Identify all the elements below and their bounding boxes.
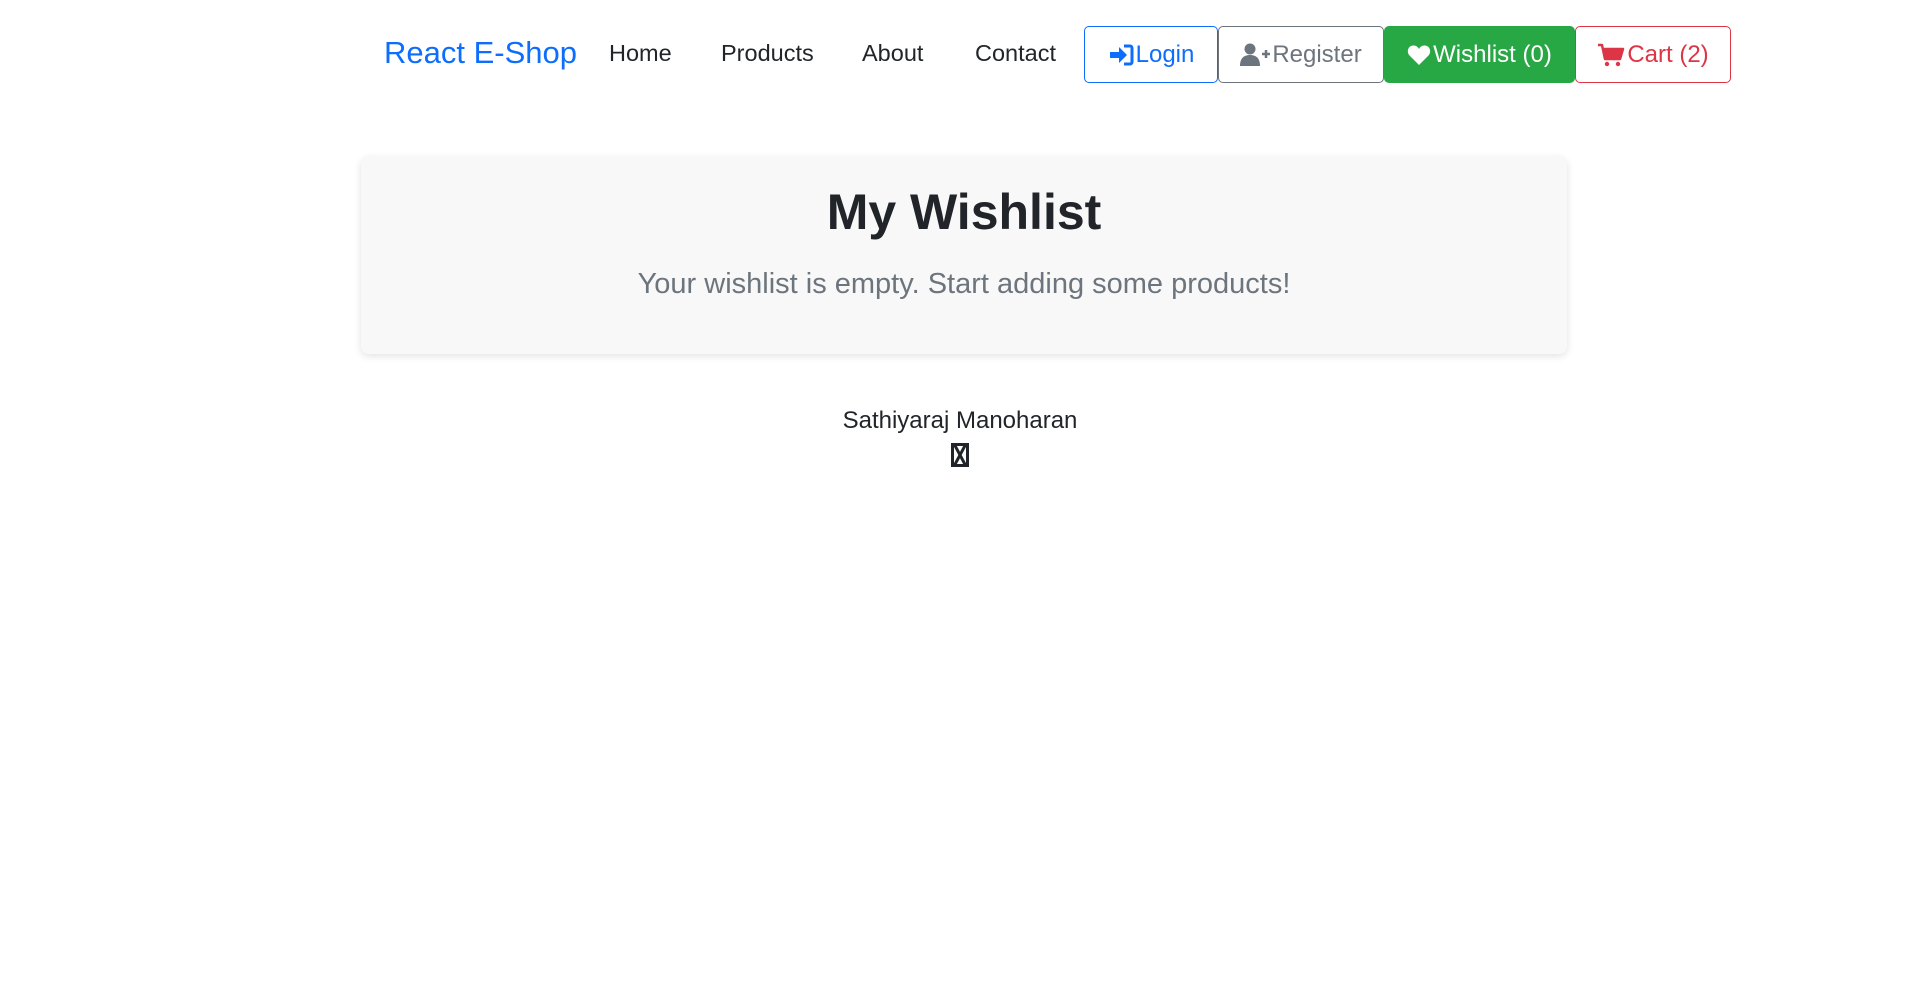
login-button[interactable]: Login (1084, 26, 1218, 83)
footer-author: Sathiyaraj Manoharan (842, 407, 1078, 434)
nav-about-link[interactable]: About (862, 40, 923, 67)
cart-icon (1597, 43, 1625, 67)
navbar: React E-Shop Home Products About Contact… (0, 0, 1920, 110)
nav-products-link[interactable]: Products (721, 40, 814, 67)
nav-home-link[interactable]: Home (609, 40, 672, 67)
missing-glyph-icon (951, 443, 969, 467)
cart-button[interactable]: Cart (2) (1575, 26, 1731, 83)
cart-label: Cart (2) (1627, 40, 1709, 68)
footer: Sathiyaraj Manoharan (0, 407, 1920, 472)
wishlist-label: Wishlist (0) (1433, 40, 1552, 68)
nav-contact-link[interactable]: Contact (975, 40, 1056, 67)
wishlist-card: My Wishlist Your wishlist is empty. Star… (361, 157, 1567, 354)
wishlist-button[interactable]: Wishlist (0) (1384, 26, 1575, 83)
brand-link[interactable]: React E-Shop (384, 35, 577, 71)
heart-icon (1407, 44, 1431, 66)
register-label: Register (1272, 40, 1362, 68)
register-button[interactable]: Register (1218, 26, 1384, 83)
sign-in-icon (1108, 44, 1134, 66)
login-label: Login (1135, 40, 1195, 68)
empty-wishlist-message: Your wishlist is empty. Start adding som… (637, 268, 1291, 300)
user-plus-icon (1240, 43, 1271, 67)
page-title: My Wishlist (826, 184, 1102, 240)
